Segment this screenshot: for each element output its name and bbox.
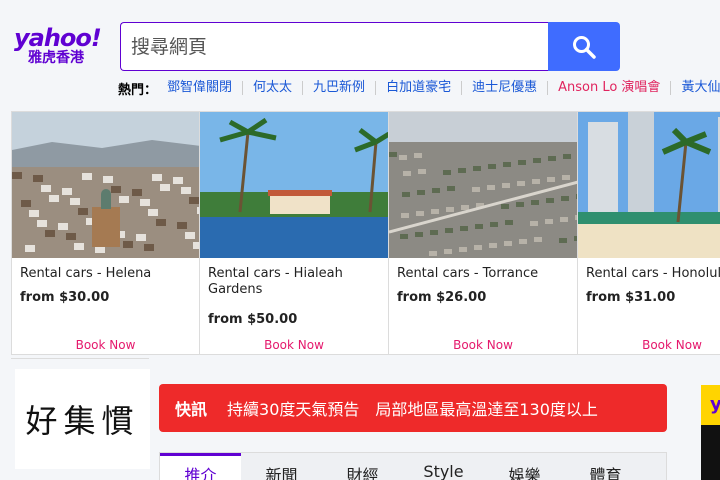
tab-3[interactable]: Style [403,453,484,480]
trending-item[interactable]: 九巴新例 [303,81,377,95]
trending-item[interactable]: 迪士尼優惠 [462,81,549,95]
ad-logo: y [701,385,720,425]
tab-2[interactable]: 財經 [322,453,403,480]
rental-card-image [389,112,577,258]
rental-card-carousel: Rental cars - Helena from $30.00 Book Now R… [11,111,720,355]
rental-card-price: from $26.00 [397,290,487,305]
book-now-link[interactable]: Book Now [389,338,577,352]
rental-card[interactable]: Rental cars - Hialeah Gardens from $50.00… [200,111,389,355]
trending-item[interactable]: 何太太 [243,81,304,95]
news-tabs: 推介 新聞 財經 Style 娛樂 體育 [159,452,667,480]
rental-card[interactable]: Rental cars - Torrance from $26.00 Book No… [389,111,578,355]
rental-card-title: Rental cars - Torrance [397,266,539,281]
rental-card-price: from $31.00 [586,290,676,305]
trending-item[interactable]: Anson Lo 演唱會 [548,81,672,95]
logo-subtitle: 雅虎香港 [28,50,84,66]
rental-card-title: Rental cars - Hialeah Gardens [208,266,343,297]
search-icon [573,35,596,59]
yahoo-logo[interactable]: yahoo! 雅虎香港 [14,26,106,70]
brand-logo-text: 好集慣 [25,402,140,440]
tab-5[interactable]: 體育 [565,453,646,480]
tab-0[interactable]: 推介 [160,453,241,480]
rental-card[interactable]: Rental cars - Helena from $30.00 Book Now [11,111,200,355]
book-now-link[interactable]: Book Now [12,338,199,352]
book-now-link[interactable]: Book Now [578,338,720,352]
ad-banner[interactable]: y [701,385,720,480]
rental-card-image [12,112,199,258]
search-button[interactable] [548,22,620,71]
tab-4[interactable]: 娛樂 [484,453,565,480]
search-input[interactable] [121,23,548,70]
rental-card-title: Rental cars - Honolulu [586,266,720,281]
breaking-news-text: 持續30度天氣預告 局部地區最高溫達至130度以上 [227,400,598,419]
breaking-news-banner[interactable]: 快訊 持續30度天氣預告 局部地區最高溫達至130度以上 [159,384,667,432]
yahoo-hk-homepage: yahoo! 雅虎香港 熱門： 鄧智偉關閉何太太九巴新例白加道豪宅迪士尼優惠An… [0,0,720,480]
rental-card-title: Rental cars - Helena [20,266,152,281]
trending-item[interactable]: 黃大仙慢閉 [671,81,720,95]
brand-logo-box[interactable]: 好集慣 [15,369,150,469]
carousel-divider [11,358,149,359]
trending-item[interactable]: 白加道豪宅 [376,81,463,95]
breaking-news-tag: 快訊 [175,400,208,419]
trending-item[interactable]: 鄧智偉關閉 [157,81,244,95]
tab-1[interactable]: 新聞 [241,453,322,480]
rental-card-image [578,112,720,258]
rental-card-price: from $50.00 [208,312,298,327]
trending-label: 熱門： [118,82,158,98]
rental-card[interactable]: Rental cars - Honolulu from $31.00 Book No… [578,111,720,355]
rental-card-image [200,112,388,258]
trending-bar: 熱門： 鄧智偉關閉 何太太 九巴新例 白加道豪宅 迪士尼優惠 Anson Lo 演唱會 黃大… [118,80,720,98]
search-box [120,22,548,71]
book-now-link[interactable]: Book Now [200,338,388,352]
rental-card-price: from $30.00 [20,290,110,305]
logo-wordmark: yahoo! [14,24,102,52]
